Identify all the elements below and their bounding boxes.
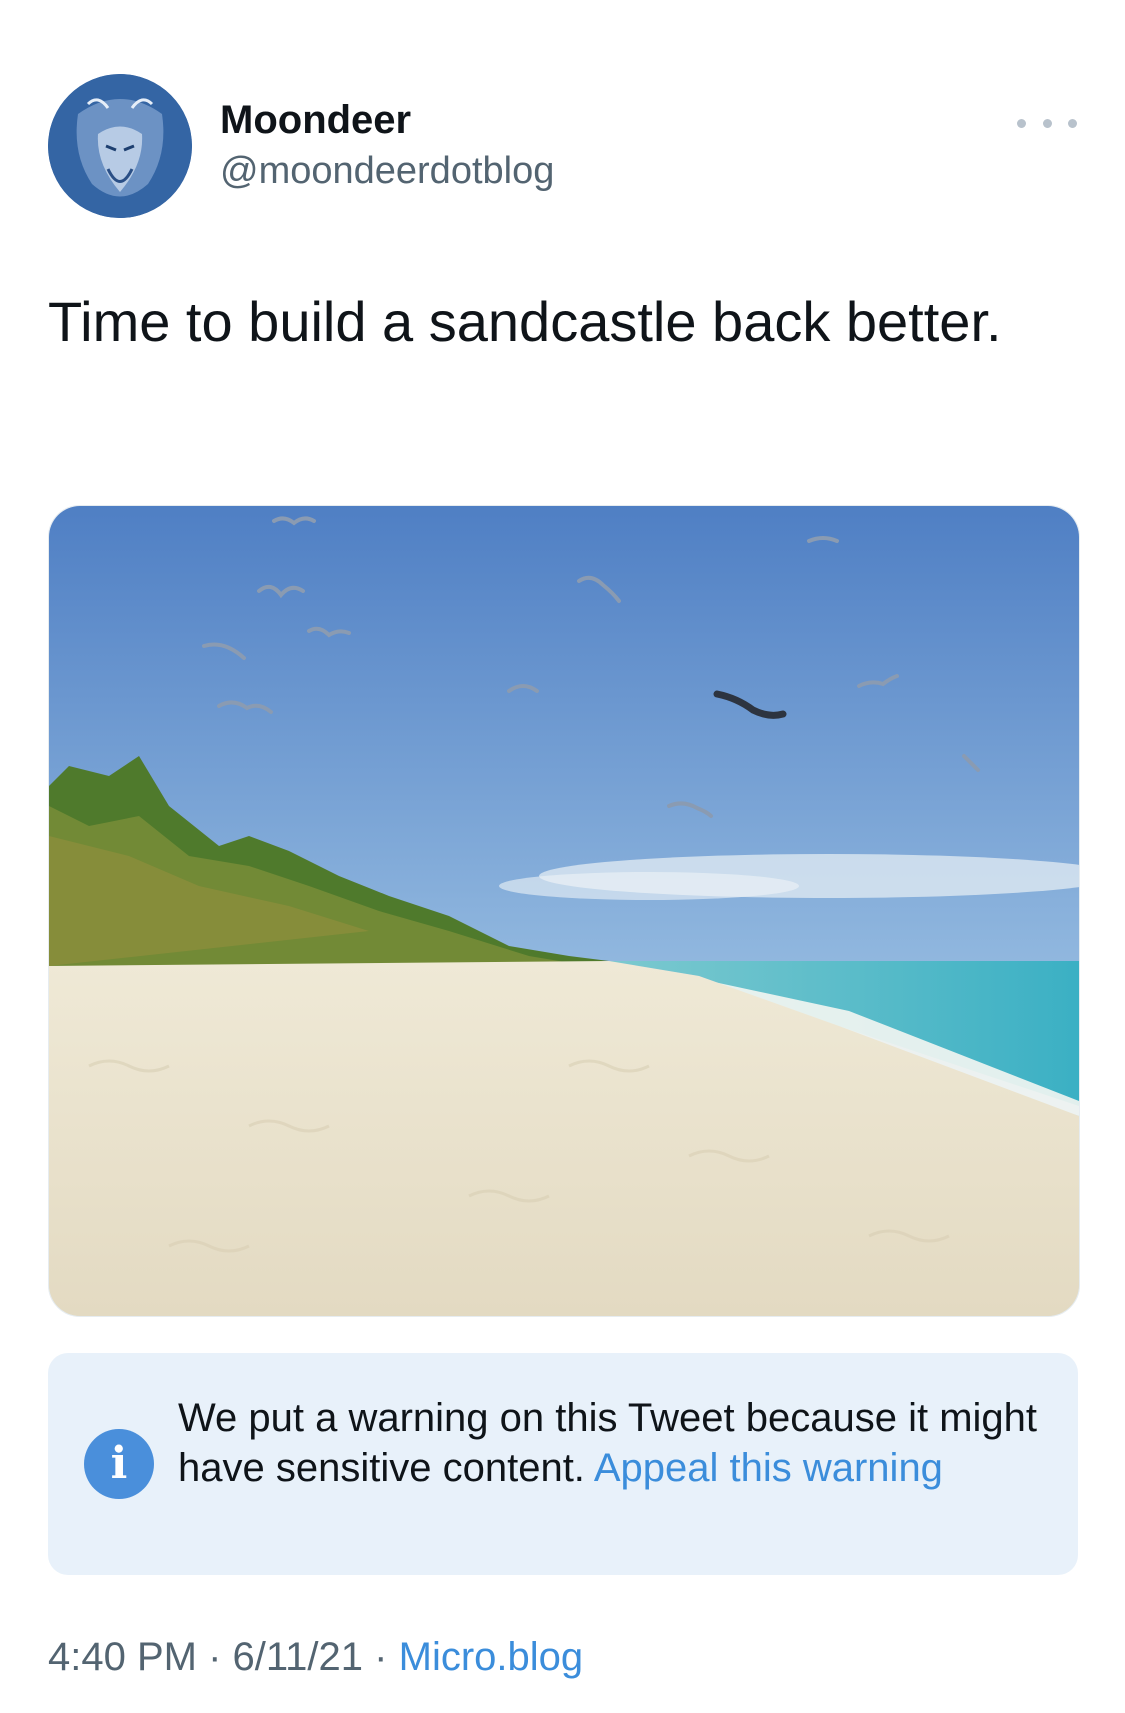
author-handle[interactable]: @moondeerdotblog	[220, 150, 554, 193]
author-display-name[interactable]: Moondeer	[220, 98, 411, 143]
avatar[interactable]	[48, 74, 192, 218]
beach-painting	[49, 506, 1079, 1316]
meta-separator: ·	[374, 1635, 388, 1679]
tweet-source-link[interactable]: Micro.blog	[399, 1635, 584, 1679]
meta-separator: ·	[208, 1635, 222, 1679]
avatar-image	[48, 74, 192, 218]
tweet-meta: 4:40 PM · 6/11/21 · Micro.blog	[48, 1635, 583, 1680]
sensitive-content-warning: i We put a warning on this Tweet because…	[48, 1353, 1078, 1575]
more-dot	[1042, 118, 1052, 128]
more-options-icon[interactable]	[1017, 108, 1077, 138]
appeal-warning-link[interactable]: Appeal this warning	[594, 1446, 943, 1490]
more-dot	[1068, 118, 1077, 128]
tweet: Moondeer @moondeerdotblog Time to build …	[0, 0, 1125, 1713]
tweet-date[interactable]: 6/11/21	[233, 1635, 364, 1679]
tweet-media-image[interactable]	[48, 505, 1080, 1317]
tweet-text: Time to build a sandcastle back better.	[48, 290, 1002, 353]
more-dot	[1017, 118, 1026, 128]
warning-text: We put a warning on this Tweet because i…	[178, 1393, 1038, 1493]
info-icon: i	[84, 1429, 154, 1499]
tweet-time[interactable]: 4:40 PM	[48, 1635, 197, 1679]
